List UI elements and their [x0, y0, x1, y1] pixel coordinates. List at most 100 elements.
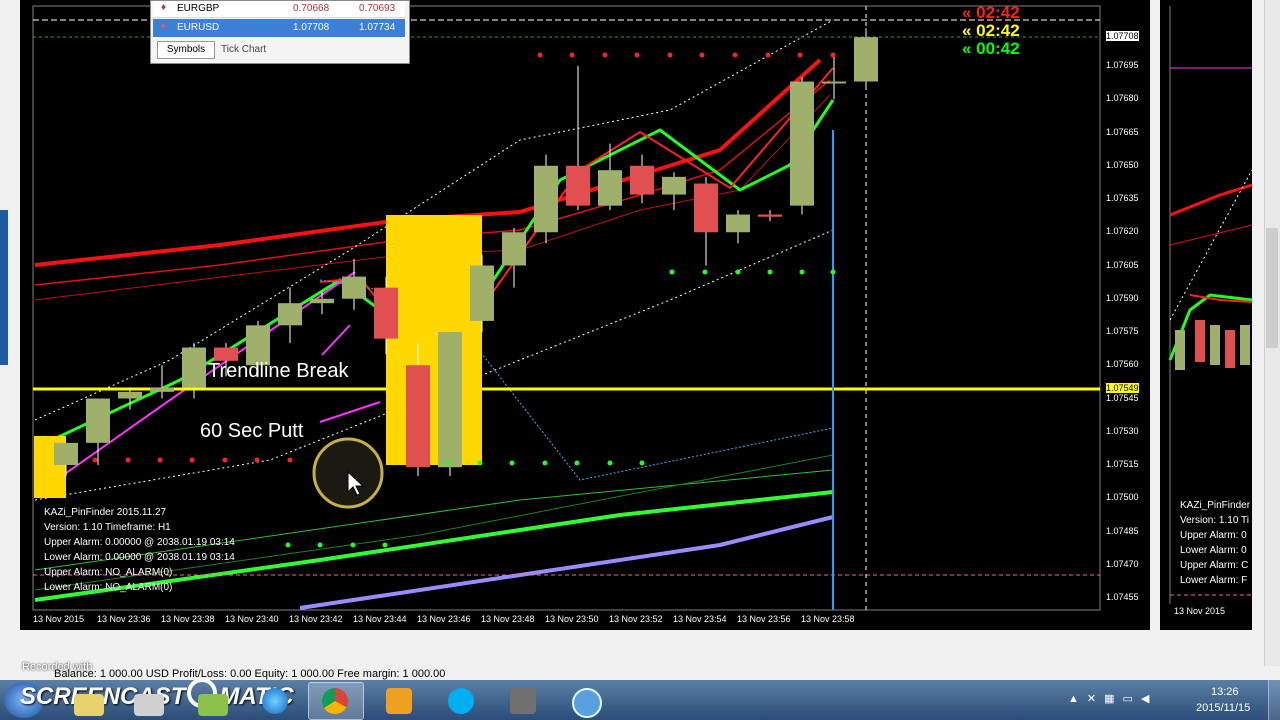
signal-dot-green: [799, 269, 805, 275]
eurgbp-bid: 0.70668: [293, 3, 330, 14]
time-tick-label: 13 Nov 23:46: [417, 614, 471, 624]
time-tick-label: 13 Nov 23:56: [737, 614, 791, 624]
right-panel-line-4: Lower Alarm: 0: [1180, 545, 1247, 556]
candle-body: [534, 165, 558, 233]
outlook-icon[interactable]: [386, 688, 412, 714]
ie-icon[interactable]: [262, 688, 288, 714]
candle-body: [438, 332, 462, 468]
candle-body: [566, 165, 590, 206]
signal-dot-red: [732, 52, 738, 58]
signal-dot-red: [699, 52, 705, 58]
signal-dot-green: [542, 460, 548, 466]
signal-dot-red: [92, 457, 98, 463]
right-candle: [1225, 330, 1235, 368]
tray-icons[interactable]: ▲✕▦▭◀: [1068, 692, 1188, 708]
skype-icon[interactable]: [448, 688, 474, 714]
screencast-icon[interactable]: [572, 688, 602, 718]
break-arrow-magenta: [321, 324, 351, 356]
right-ma-red-thin: [1169, 224, 1252, 246]
signal-dot-green: [317, 542, 323, 548]
candle-body: [758, 214, 782, 217]
extra-icon-2[interactable]: [134, 694, 164, 716]
price-tick-label: 1.07455: [1106, 592, 1139, 602]
price-tick-label: 1.07575: [1106, 326, 1139, 336]
right-scrollbar-thumb[interactable]: [1266, 228, 1278, 348]
price-tick-label: 1.07560: [1106, 359, 1139, 370]
time-tick-label: 13 Nov 2015: [33, 614, 85, 624]
right-time-label: 13 Nov 2015: [1174, 606, 1226, 616]
main-chart-canvas[interactable]: [20, 0, 1150, 630]
candle-body: [214, 347, 238, 361]
signal-dot-red: [157, 457, 163, 463]
price-tick-label: 1.07500: [1106, 492, 1139, 503]
time-tick-label: 13 Nov 23:44: [353, 614, 407, 624]
eurusd-symbol: EURUSD: [177, 22, 220, 33]
timer-1: « 02:42: [962, 3, 1020, 22]
price-tick-label: 1.07590: [1106, 292, 1139, 303]
price-tick-label: 1.07530: [1106, 425, 1139, 436]
signal-dot-green: [830, 269, 836, 275]
eurgbp-ask: 0.70693: [359, 3, 396, 14]
clock-time[interactable]: 13:26: [1211, 686, 1239, 698]
price-tick-label: 1.07680: [1106, 93, 1139, 104]
right-panel-line-2: Version: 1.10 Ti: [1180, 515, 1249, 526]
signal-dot-green: [350, 542, 356, 548]
yellow-zone: [386, 215, 482, 465]
time-tick-label: 13 Nov 23:38: [161, 614, 215, 624]
signal-dot-red: [189, 457, 195, 463]
indicator-panel-line-3: Upper Alarm: 0.00000 @ 2038.01.19 03:14: [44, 537, 235, 548]
signal-dot-red: [602, 52, 608, 58]
signal-dot-green: [477, 460, 483, 466]
indicator-panel-line-2: Version: 1.10 Timeframe: H1: [44, 522, 171, 533]
timer-2: « 02:42: [962, 21, 1020, 40]
time-tick-label: 13 Nov 23:52: [609, 614, 663, 624]
signal-dot-red: [667, 52, 673, 58]
signal-dot-red: [797, 52, 803, 58]
eurusd-bid: 1.07708: [293, 22, 330, 33]
market-watch-row-eurusd[interactable]: ♦ EURUSD 1.07708 1.07734: [153, 19, 405, 37]
market-watch-window[interactable]: ♦ EURGBP 0.70668 0.70693 ♦ EURUSD 1.0770…: [150, 0, 410, 64]
price-tick-label: 1.07695: [1106, 60, 1139, 70]
extra-icon-3[interactable]: [198, 694, 228, 716]
right-candle: [1210, 325, 1220, 365]
signal-dot-red: [830, 52, 836, 58]
right-candle: [1240, 325, 1250, 365]
signal-dot-red: [569, 52, 575, 58]
tab-tick-chart[interactable]: Tick Chart: [221, 42, 285, 58]
clock-date[interactable]: 2015/11/15: [1196, 702, 1250, 714]
candle-body: [662, 176, 686, 195]
indicator-panel-line-5: Upper Alarm: NO_ALARM(0): [44, 567, 173, 578]
candle-body: [502, 232, 526, 266]
right-panel-line-3: Upper Alarm: 0: [1180, 530, 1247, 541]
time-tick-label: 13 Nov 23:50: [545, 614, 599, 624]
extra-icon-1[interactable]: [74, 694, 104, 716]
signal-dot-green: [702, 269, 708, 275]
candle-body: [854, 37, 878, 82]
signal-dot-green: [574, 460, 580, 466]
indicator-panel-line-6: Lower Alarm: NO_ALARM(0): [44, 582, 173, 593]
candle-body: [726, 214, 750, 233]
signal-dot-green: [607, 460, 613, 466]
show-desktop-button[interactable]: [1268, 680, 1280, 720]
camera-icon[interactable]: [510, 688, 536, 714]
right-panel-line-5: Upper Alarm: C: [1180, 560, 1249, 571]
eurusd-arrow-icon: ♦: [161, 21, 167, 32]
signal-dot-green: [445, 460, 451, 466]
candle-body: [406, 365, 430, 468]
left-panel-tab[interactable]: [0, 210, 8, 365]
price-tick-label: 1.07650: [1106, 159, 1139, 170]
price-tick-label: 1.07620: [1106, 226, 1139, 237]
time-tick-label: 13 Nov 23:42: [289, 614, 343, 624]
candle-body: [790, 81, 814, 206]
price-tick-label: 1.07545: [1106, 392, 1139, 403]
tab-symbols[interactable]: Symbols: [157, 41, 215, 59]
signal-dot-green: [509, 460, 515, 466]
signal-dot-green: [669, 269, 675, 275]
main-chart[interactable]: 1.07708 1.07695 1.07680 1.07665 1.07650 1.076…: [20, 0, 1150, 630]
market-watch-row-eurgbp[interactable]: ♦ EURGBP 0.70668 0.70693: [153, 1, 405, 18]
price-tick-label: 1.07485: [1106, 525, 1139, 536]
candle-body: [630, 165, 654, 195]
signal-dot-red: [634, 52, 640, 58]
right-chart[interactable]: KAZi_PinFinder Version: 1.10 Ti Upper Al…: [1160, 0, 1252, 630]
time-tick-label: 13 Nov 23:40: [225, 614, 279, 624]
